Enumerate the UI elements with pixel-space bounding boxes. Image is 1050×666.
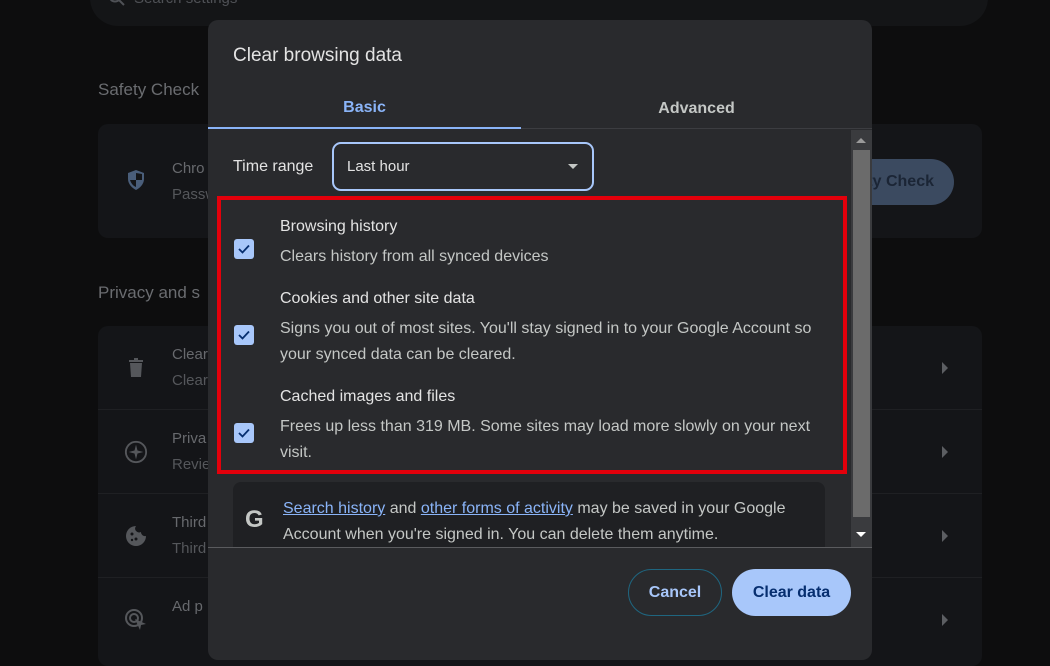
item-description: Frees up less than 319 MB. Some sites ma… xyxy=(280,414,830,466)
row-subtitle: Third xyxy=(172,540,206,557)
ad-privacy-icon xyxy=(124,608,148,632)
tab-advanced[interactable]: Advanced xyxy=(521,88,872,129)
dropdown-caret-icon xyxy=(568,164,578,169)
cookie-icon xyxy=(124,524,148,548)
shield-icon xyxy=(124,168,148,192)
checkmark-icon xyxy=(237,329,251,341)
checkbox-browsing-history[interactable] xyxy=(234,239,254,259)
google-activity-notice: G Search history and other forms of acti… xyxy=(233,482,825,547)
scroll-up-arrow-icon[interactable] xyxy=(856,138,866,143)
footer-divider xyxy=(208,547,872,548)
item-description: Clears history from all synced devices xyxy=(280,244,830,270)
item-name: Browsing history xyxy=(280,218,397,236)
google-g-icon: G xyxy=(245,506,264,534)
row-title: Clear xyxy=(172,346,208,363)
item-name: Cached images and files xyxy=(280,388,455,406)
row-title: Third xyxy=(172,514,206,531)
dialog-tabs: Basic Advanced xyxy=(208,88,872,129)
row-subtitle: Revie xyxy=(172,456,210,473)
dialog-title: Clear browsing data xyxy=(233,45,402,67)
chevron-right-icon xyxy=(942,530,948,542)
search-history-link[interactable]: Search history xyxy=(283,500,385,517)
time-range-value: Last hour xyxy=(347,158,410,175)
chevron-right-icon xyxy=(942,446,948,458)
clear-data-button[interactable]: Clear data xyxy=(732,569,851,616)
search-icon xyxy=(108,0,126,7)
item-description: Signs you out of most sites. You'll stay… xyxy=(280,316,830,368)
notice-text: Search history and other forms of activi… xyxy=(283,496,823,547)
scrollbar-thumb[interactable] xyxy=(853,150,870,517)
checkbox-cookies[interactable] xyxy=(234,325,254,345)
safety-check-heading: Safety Check xyxy=(98,80,199,100)
checkmark-icon xyxy=(237,427,251,439)
search-placeholder: Search settings xyxy=(134,0,237,7)
item-name: Cookies and other site data xyxy=(280,290,475,308)
scroll-down-arrow-icon[interactable] xyxy=(856,532,866,537)
row-title: Ad p xyxy=(172,598,203,615)
time-range-label: Time range xyxy=(233,158,313,176)
row-subtitle: Clear xyxy=(172,372,208,389)
chevron-right-icon xyxy=(942,362,948,374)
privacy-heading: Privacy and s xyxy=(98,283,200,303)
checkbox-cached-images[interactable] xyxy=(234,423,254,443)
other-activity-link[interactable]: other forms of activity xyxy=(421,500,573,517)
dialog-scroll-area: Time range Last hour Browsing history Cl… xyxy=(208,130,872,547)
safety-check-row-title: Chro xyxy=(172,160,205,177)
chevron-right-icon xyxy=(942,614,948,626)
row-title: Priva xyxy=(172,430,206,447)
compass-icon xyxy=(124,440,148,464)
trash-icon xyxy=(124,356,148,380)
tab-basic[interactable]: Basic xyxy=(208,88,521,129)
clear-browsing-data-dialog: Clear browsing data Basic Advanced Time … xyxy=(208,20,872,660)
dialog-scrollbar[interactable] xyxy=(851,130,872,547)
time-range-select[interactable]: Last hour xyxy=(332,142,594,191)
cancel-button[interactable]: Cancel xyxy=(628,569,722,616)
checkmark-icon xyxy=(237,243,251,255)
notice-text-part: and xyxy=(385,500,421,517)
